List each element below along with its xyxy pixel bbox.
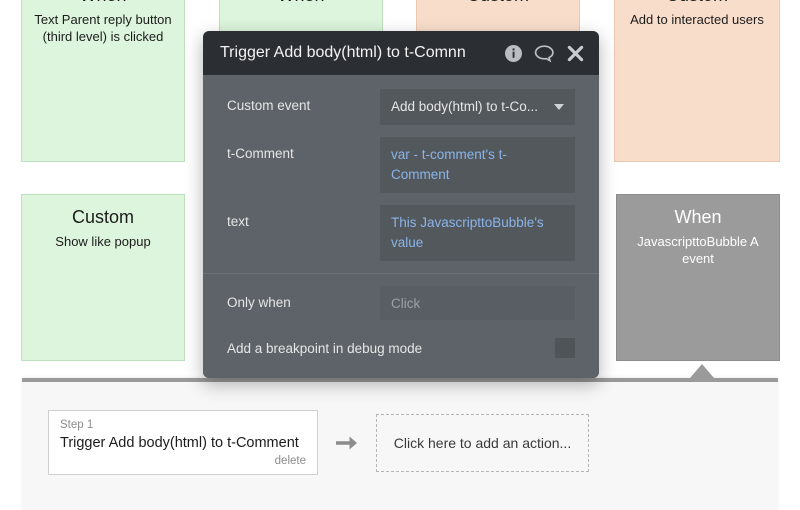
event-card-title: Custom: [627, 0, 767, 7]
breakpoint-label: Add a breakpoint in debug mode: [227, 341, 555, 356]
dialog-title: Trigger Add body(html) to t-Comnn: [220, 44, 493, 62]
event-card-title: Custom: [429, 0, 567, 7]
field-label-custom-event: Custom event: [227, 89, 380, 115]
only-when-placeholder: Click: [391, 296, 420, 311]
dialog-body: Custom event Add body(html) to t-Co... t…: [203, 75, 599, 378]
comment-icon[interactable]: [534, 44, 555, 63]
step-number-label: Step 1: [60, 418, 306, 433]
event-card-subtitle: Text Parent reply button (third level) i…: [34, 11, 172, 45]
add-action-button[interactable]: Click here to add an action...: [376, 414, 589, 472]
info-icon[interactable]: [504, 44, 523, 63]
add-action-label: Click here to add an action...: [394, 435, 571, 451]
field-row-t-comment: t-Comment var - t-comment's t-Comment: [203, 137, 599, 193]
breakpoint-row: Add a breakpoint in debug mode: [203, 332, 599, 378]
workflow-steps-panel: Step 1 Trigger Add body(html) to t-Comme…: [22, 378, 778, 510]
field-label-text: text: [227, 205, 380, 231]
dialog-lower-section: Only when Click Add a breakpoint in debu…: [203, 274, 599, 378]
event-card-when-reply[interactable]: When Text Parent reply button (third lev…: [21, 0, 185, 162]
steps-row: Step 1 Trigger Add body(html) to t-Comme…: [22, 382, 778, 475]
event-card-custom-popup[interactable]: Custom Show like popup: [21, 194, 185, 361]
field-label-only-when: Only when: [227, 286, 380, 312]
event-card-custom-interacted[interactable]: Custom Add to interacted users: [614, 0, 780, 162]
field-row-only-when: Only when Click: [203, 286, 599, 320]
custom-event-dropdown[interactable]: Add body(html) to t-Co...: [380, 89, 575, 125]
only-when-input[interactable]: Click: [380, 286, 575, 320]
text-expression-input[interactable]: This JavascripttoBubble's value: [380, 205, 575, 261]
step-delete-button[interactable]: delete: [60, 453, 306, 469]
field-label-t-comment: t-Comment: [227, 137, 380, 163]
arrow-right-icon: [334, 432, 360, 454]
event-card-subtitle: JavascripttoBubble A event: [629, 233, 767, 267]
event-card-subtitle: Add to interacted users: [627, 11, 767, 28]
action-properties-dialog: Trigger Add body(html) to t-Comnn Custom…: [203, 31, 599, 378]
t-comment-expression-input[interactable]: var - t-comment's t-Comment: [380, 137, 575, 193]
close-icon[interactable]: [566, 44, 585, 63]
dialog-titlebar: Trigger Add body(html) to t-Comnn: [203, 31, 599, 75]
field-row-custom-event: Custom event Add body(html) to t-Co...: [203, 89, 599, 125]
step-title-label: Trigger Add body(html) to t-Comment: [60, 433, 306, 453]
breakpoint-checkbox[interactable]: [555, 338, 575, 358]
panel-pointer-triangle: [690, 364, 714, 378]
workflow-step-1[interactable]: Step 1 Trigger Add body(html) to t-Comme…: [48, 410, 318, 475]
event-card-subtitle: Show like popup: [34, 233, 172, 250]
event-card-title: When: [34, 0, 172, 7]
event-card-title: When: [232, 0, 370, 7]
custom-event-dropdown-value: Add body(html) to t-Co...: [391, 97, 546, 117]
event-card-when-javascripttobubble[interactable]: When JavascripttoBubble A event: [616, 194, 780, 361]
chevron-down-icon: [554, 104, 564, 110]
field-row-text: text This JavascripttoBubble's value: [203, 205, 599, 261]
event-card-title: Custom: [34, 205, 172, 229]
event-card-title: When: [629, 205, 767, 229]
